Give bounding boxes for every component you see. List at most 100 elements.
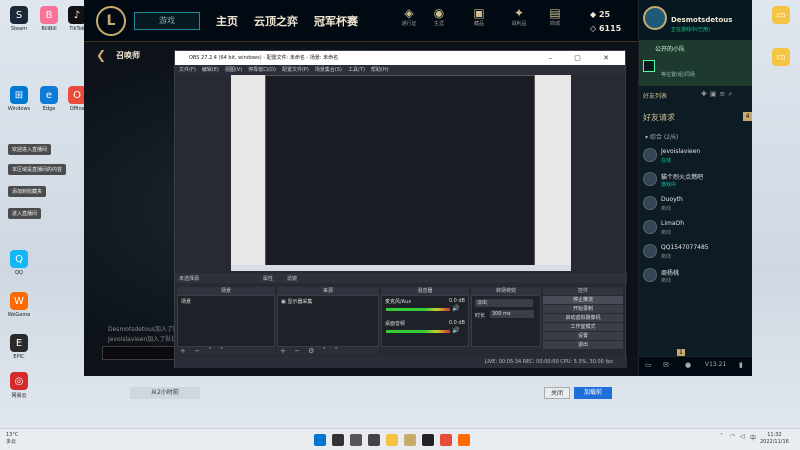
- taskbar-app-icon[interactable]: [332, 434, 344, 446]
- taskbar-app-icon[interactable]: [458, 434, 470, 446]
- taskbar-app-icon[interactable]: [350, 434, 362, 446]
- obs-menu-item[interactable]: 帮助(H): [371, 67, 389, 73]
- currency-display[interactable]: ◆ 25 ◇ 6115: [590, 8, 621, 36]
- window-controls[interactable]: – ▢ ✕: [549, 51, 619, 65]
- system-clock[interactable]: 11:32 2022/11/16: [760, 432, 789, 446]
- desktop-folder[interactable]: ▭: [766, 6, 796, 40]
- play-button[interactable]: 游戏: [134, 11, 200, 30]
- obs-menu-item[interactable]: 工具(T): [348, 67, 365, 73]
- obs-control-button[interactable]: 停止推流: [543, 296, 623, 304]
- avatar[interactable]: [643, 6, 667, 30]
- obs-control-button[interactable]: 启动虚拟摄像机: [543, 314, 623, 322]
- obs-menu-item[interactable]: 场景集合(S): [315, 67, 342, 73]
- desktop-mute-icon[interactable]: 🔊: [452, 327, 459, 334]
- desktop-icon[interactable]: e Edge: [34, 86, 64, 120]
- friend-status: 离线: [661, 230, 672, 236]
- sources-dock-footer[interactable]: + − ⚙ ˄ ˅: [277, 347, 379, 355]
- desktop-icon[interactable]: W WeGame: [4, 292, 34, 326]
- friend-group-header[interactable]: ▾ 综合 (2/6): [645, 132, 678, 141]
- friend-avatar: [643, 220, 657, 234]
- taskbar-app-icon[interactable]: [404, 434, 416, 446]
- desktop-icon-label: BiliBili: [41, 26, 57, 32]
- scene-item[interactable]: 场景: [178, 296, 274, 307]
- back-arrow-icon[interactable]: ❮: [96, 48, 106, 62]
- taskbar-app-icon[interactable]: [314, 434, 326, 446]
- obs-menu-item[interactable]: 编辑(E): [202, 67, 219, 73]
- obs-menu-item[interactable]: 停靠窗口(D): [248, 67, 276, 73]
- desktop-icon[interactable]: ◎ 网易云: [4, 372, 34, 406]
- mixer-dock-title: 混音器: [381, 287, 469, 295]
- top-nav-label: 战利品: [511, 21, 527, 27]
- close-dialog-button[interactable]: 关闭: [544, 387, 570, 399]
- obs-preview[interactable]: [231, 75, 571, 271]
- edge-icon: e: [40, 86, 58, 104]
- friend-status: 在线: [661, 158, 672, 164]
- desktop-icon[interactable]: B BiliBili: [34, 6, 64, 40]
- volume-icon[interactable]: ◁: [740, 433, 745, 440]
- chat-icon[interactable]: ▭: [645, 361, 652, 369]
- network-icon[interactable]: ◠: [730, 433, 735, 440]
- transition-select[interactable]: 淡出: [475, 299, 533, 307]
- duration-input[interactable]: 300 ms: [490, 310, 534, 318]
- profile-header[interactable]: Desmotsdetous 正在游戏中(已用): [639, 0, 752, 40]
- help-icon[interactable]: ▮: [739, 361, 743, 369]
- desktop-icon[interactable]: Q QQ: [4, 250, 34, 284]
- top-nav-通行证[interactable]: ◈ 通行证: [394, 6, 424, 27]
- lol-logo-icon[interactable]: L: [96, 5, 126, 36]
- friend-avatar: [643, 244, 657, 258]
- folder-icon[interactable]: ▣: [710, 90, 720, 98]
- desktop-icon[interactable]: S Steam: [4, 6, 34, 40]
- wegame-icon: W: [10, 292, 28, 310]
- taskbar-app-icon[interactable]: [440, 434, 452, 446]
- tray-chevron-icon[interactable]: ˄: [720, 433, 723, 440]
- top-nav-生涯[interactable]: ◉ 生涯: [424, 6, 454, 27]
- top-nav-icon: ✦: [513, 6, 525, 20]
- obs-menu-item[interactable]: 视图(V): [225, 67, 242, 73]
- obs-menu-item[interactable]: 配置文件(P): [282, 67, 309, 73]
- weather-widget[interactable]: 13°C 多云: [6, 432, 18, 446]
- obs-control-button[interactable]: 退出: [543, 341, 623, 349]
- scenes-dock-footer[interactable]: + − ˄ ˅: [177, 347, 275, 355]
- source-item[interactable]: ▣ 显示器采集: [278, 296, 378, 307]
- nav-tft[interactable]: 云顶之弈: [254, 13, 298, 29]
- social-footer: ▭ ✉ ● 1 V13.21 ▮: [639, 349, 752, 376]
- controls-dock-title: 控件: [543, 287, 623, 295]
- top-nav-战利品[interactable]: ✦ 战利品: [504, 6, 534, 27]
- desktop-icon[interactable]: E EPIC: [4, 334, 34, 368]
- friend-list-item[interactable]: Duoyth 离线: [639, 194, 752, 216]
- taskbar-app-icon[interactable]: [386, 434, 398, 446]
- friend-list-item[interactable]: LimaOh 离线: [639, 218, 752, 240]
- summoner-name: Desmotsdetous: [671, 16, 733, 24]
- filters-button[interactable]: 滤镜: [287, 275, 297, 282]
- obs-menu-item[interactable]: 文件(F): [179, 67, 196, 73]
- mic-icon[interactable]: ●: [685, 361, 691, 369]
- friend-list-item[interactable]: 周杨桃 离线: [639, 266, 752, 288]
- properties-button[interactable]: 属性: [263, 275, 273, 282]
- search-icon[interactable]: ⌕: [728, 90, 735, 98]
- obs-titlebar[interactable]: OBS 27.2.4 (64 bit, windows) - 配置文件: 未命名…: [175, 51, 625, 65]
- desktop-icon[interactable]: ⊞ Windows: [4, 86, 34, 120]
- friend-list-item[interactable]: Jevoislavieen 在线: [639, 146, 752, 168]
- obs-control-button[interactable]: 开始录制: [543, 305, 623, 313]
- taskbar-app-icon[interactable]: [422, 434, 434, 446]
- friend-list-item[interactable]: 猫个烈火点燃吧 游戏中: [639, 170, 752, 192]
- top-nav-藏品[interactable]: ▣ 藏品: [464, 6, 494, 27]
- ime-indicator[interactable]: 中: [750, 433, 756, 442]
- history-label: 从2小时前: [130, 387, 200, 399]
- mail-icon[interactable]: ✉: [663, 361, 669, 369]
- load-button[interactable]: 加载前: [574, 387, 612, 399]
- obs-control-button[interactable]: 设置: [543, 332, 623, 340]
- mic-mute-icon[interactable]: 🔊: [452, 305, 459, 312]
- top-nav-商城[interactable]: ▤ 商城: [540, 6, 570, 27]
- desktop-icon-label: Windows: [7, 106, 31, 112]
- friend-avatar: [643, 172, 657, 186]
- nav-home[interactable]: 主页: [216, 13, 238, 29]
- add-friend-icon[interactable]: ✚: [701, 90, 710, 98]
- desktop-folder[interactable]: ▭: [766, 48, 796, 82]
- obs-control-button[interactable]: 工作室模式: [543, 323, 623, 331]
- friend-requests[interactable]: 好友请求: [643, 112, 675, 123]
- nav-clash[interactable]: 冠军杯赛: [314, 13, 358, 29]
- taskbar-app-icon[interactable]: [368, 434, 380, 446]
- club-card[interactable]: 公开的小队 等位置(组)同场: [639, 40, 752, 86]
- friend-list-item[interactable]: QQ1547077485 离线: [639, 242, 752, 264]
